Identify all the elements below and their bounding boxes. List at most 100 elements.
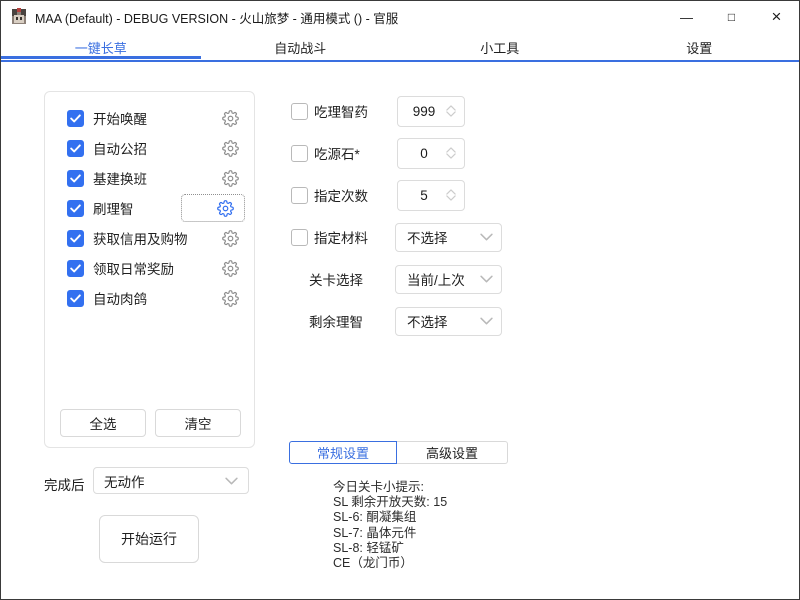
start-run-button[interactable]: 开始运行 <box>99 515 199 563</box>
dropdown-value: 无动作 <box>104 471 145 491</box>
clear-button[interactable]: 清空 <box>155 409 241 437</box>
gear-icon[interactable] <box>221 229 239 247</box>
originite-stepper[interactable]: 0 <box>397 138 465 169</box>
maximize-button[interactable]: □ <box>709 1 754 33</box>
task-row-auto-recruit: 自动公招 <box>45 133 254 163</box>
task-label[interactable]: 领取日常奖励 <box>93 258 174 278</box>
gear-icon[interactable] <box>221 289 239 307</box>
task-row-daily-rewards: 领取日常奖励 <box>45 253 254 283</box>
checkbox-unchecked[interactable] <box>291 145 308 162</box>
spinner-updown-icon[interactable] <box>446 147 456 159</box>
tab-label: 设置 <box>686 38 712 57</box>
check-icon <box>70 174 81 183</box>
after-complete-label: 完成后 <box>44 474 85 494</box>
checkbox-unchecked[interactable] <box>291 187 308 204</box>
after-complete-dropdown[interactable]: 无动作 <box>93 467 249 494</box>
task-row-wake-up: 开始唤醒 <box>45 103 254 133</box>
gear-icon[interactable] <box>221 169 239 187</box>
tip-line: SL 剩余开放天数: 15 <box>333 495 447 510</box>
checkbox-checked[interactable] <box>67 170 84 187</box>
checkbox-checked[interactable] <box>67 260 84 277</box>
stepper-value[interactable]: 0 <box>398 146 446 161</box>
settings-sub-tabs: 常规设置 高级设置 <box>289 441 508 464</box>
task-row-farm-sanity: 刷理智 <box>45 193 254 223</box>
select-all-button[interactable]: 全选 <box>60 409 146 437</box>
close-button[interactable]: × <box>754 1 799 33</box>
checkbox-checked[interactable] <box>67 290 84 307</box>
minimize-button[interactable]: — <box>664 1 709 33</box>
app-icon <box>10 8 28 26</box>
task-panel-buttons: 全选 清空 <box>60 409 241 437</box>
stepper-value[interactable]: 5 <box>398 188 446 203</box>
close-icon: × <box>772 7 782 27</box>
dropdown-value: 不选择 <box>407 311 448 331</box>
row-use-sanity-potion: 吃理智药 999 <box>291 90 506 132</box>
chevron-down-icon <box>225 477 238 485</box>
gear-icon[interactable] <box>221 109 239 127</box>
spinner-down-icon[interactable] <box>446 153 456 159</box>
row-label[interactable]: 吃源石* <box>314 143 360 163</box>
task-row-auto-roguelike: 自动肉鸽 <box>45 283 254 313</box>
fight-settings: 吃理智药 999 吃源石* 0 指定次数 <box>291 90 506 342</box>
row-label[interactable]: 吃理智药 <box>314 101 368 121</box>
row-label: 关卡选择 <box>309 269 363 289</box>
gear-icon-focused[interactable] <box>216 199 234 217</box>
stepper-value[interactable]: 999 <box>398 104 446 119</box>
tab-one-click-farming[interactable]: 一键长草 <box>1 33 201 61</box>
tab-small-tools[interactable]: 小工具 <box>400 33 600 61</box>
gear-icon[interactable] <box>221 139 239 157</box>
check-icon <box>70 204 81 213</box>
tip-line: SL-6: 酮凝集组 <box>333 510 447 525</box>
window-controls: — □ × <box>664 1 799 33</box>
checkbox-checked[interactable] <box>67 200 84 217</box>
checkbox-unchecked[interactable] <box>291 229 308 246</box>
tab-strip-underline <box>1 60 799 62</box>
chevron-down-icon <box>480 275 493 283</box>
task-label[interactable]: 基建换班 <box>93 168 147 188</box>
sanity-potion-stepper[interactable]: 999 <box>397 96 465 127</box>
checkbox-unchecked[interactable] <box>291 103 308 120</box>
row-label: 剩余理智 <box>309 311 363 331</box>
task-label[interactable]: 自动公招 <box>93 138 147 158</box>
spinner-updown-icon[interactable] <box>446 189 456 201</box>
task-label[interactable]: 刷理智 <box>93 198 134 218</box>
title-bar: MAA (Default) - DEBUG VERSION - 火山旅梦 - 通… <box>1 1 799 33</box>
tab-settings[interactable]: 设置 <box>600 33 800 61</box>
row-use-originite: 吃源石* 0 <box>291 132 506 174</box>
check-icon <box>70 264 81 273</box>
tab-auto-battle[interactable]: 自动战斗 <box>201 33 401 61</box>
times-stepper[interactable]: 5 <box>397 180 465 211</box>
checkbox-checked[interactable] <box>67 140 84 157</box>
row-label[interactable]: 指定次数 <box>314 185 368 205</box>
checkbox-checked[interactable] <box>67 230 84 247</box>
stage-tips: 今日关卡小提示: SL 剩余开放天数: 15 SL-6: 酮凝集组 SL-7: … <box>333 480 447 571</box>
material-dropdown[interactable]: 不选择 <box>395 223 502 252</box>
row-specified-material: 指定材料 不选择 <box>291 216 506 258</box>
task-label[interactable]: 获取信用及购物 <box>93 228 188 248</box>
row-label[interactable]: 指定材料 <box>314 227 368 247</box>
main-tab-bar: 一键长草 自动战斗 小工具 设置 <box>1 33 799 61</box>
tip-line: 今日关卡小提示: <box>333 480 447 495</box>
check-icon <box>70 234 81 243</box>
tab-advanced-settings[interactable]: 高级设置 <box>397 441 508 464</box>
spinner-down-icon[interactable] <box>446 195 456 201</box>
stage-dropdown[interactable]: 当前/上次 <box>395 265 502 294</box>
remaining-sanity-dropdown[interactable]: 不选择 <box>395 307 502 336</box>
tab-label: 一键长草 <box>75 38 127 57</box>
check-icon <box>70 294 81 303</box>
dropdown-value: 当前/上次 <box>407 269 465 289</box>
tab-general-settings[interactable]: 常规设置 <box>289 441 397 464</box>
tip-line: SL-8: 轻锰矿 <box>333 541 447 556</box>
checkbox-checked[interactable] <box>67 110 84 127</box>
tip-line: CE（龙门币） <box>333 556 447 571</box>
spinner-down-icon[interactable] <box>446 111 456 117</box>
chevron-down-icon <box>480 317 493 325</box>
task-label[interactable]: 开始唤醒 <box>93 108 147 128</box>
dropdown-value: 不选择 <box>407 227 448 247</box>
check-icon <box>70 114 81 123</box>
chevron-down-icon <box>480 233 493 241</box>
gear-icon[interactable] <box>221 259 239 277</box>
window-title: MAA (Default) - DEBUG VERSION - 火山旅梦 - 通… <box>35 8 398 27</box>
spinner-updown-icon[interactable] <box>446 105 456 117</box>
task-label[interactable]: 自动肉鸽 <box>93 288 147 308</box>
